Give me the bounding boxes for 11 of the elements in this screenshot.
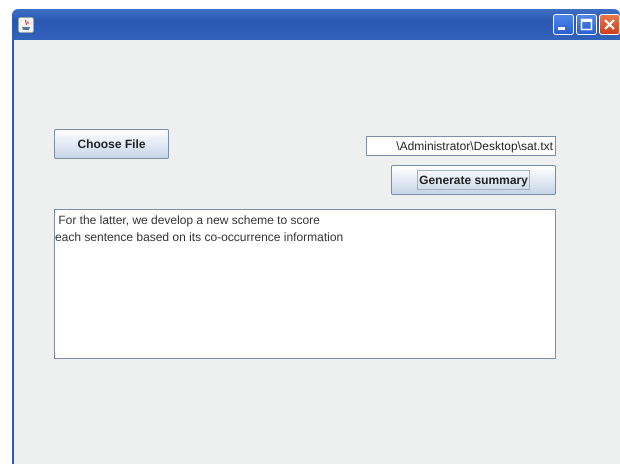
- close-button[interactable]: [599, 14, 620, 35]
- summary-text-area[interactable]: For the latter, we develop a new scheme to score each sentence based on its co-occurrence information: [54, 209, 556, 359]
- maximize-icon: [580, 18, 593, 31]
- minimize-button[interactable]: [553, 14, 574, 35]
- file-path-field[interactable]: \Administrator\Desktop\sat.txt: [366, 136, 556, 156]
- minimize-icon: [558, 27, 565, 30]
- close-icon: [603, 18, 616, 31]
- choose-file-button[interactable]: Choose File: [54, 129, 169, 159]
- maximize-button[interactable]: [576, 14, 597, 35]
- app-icon: [18, 16, 34, 32]
- generate-summary-button[interactable]: Generate summary: [391, 165, 556, 195]
